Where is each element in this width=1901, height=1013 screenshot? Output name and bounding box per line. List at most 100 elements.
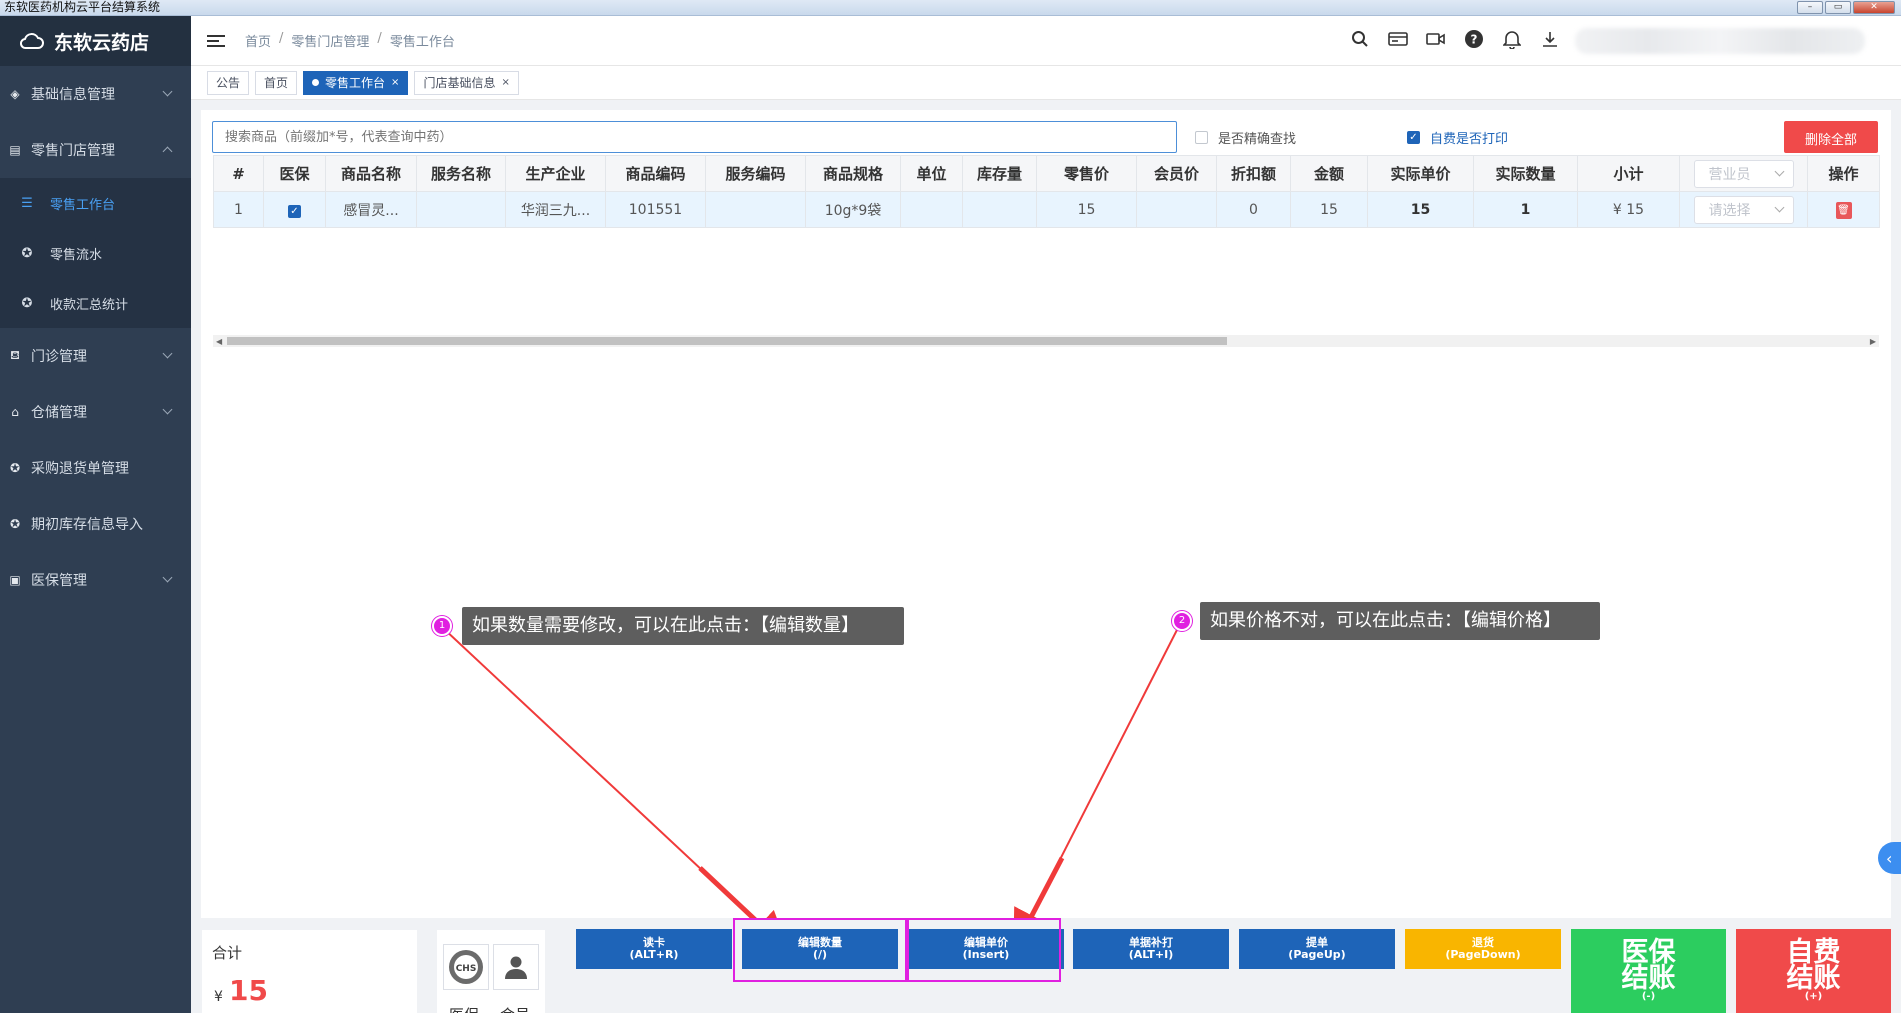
delete-all-button[interactable]: 删除全部 [1784, 121, 1878, 153]
reprint-receipt-button[interactable]: 单据补打 (ALT+I) [1073, 929, 1229, 969]
card-icon[interactable] [1387, 28, 1409, 50]
submit-order-button[interactable]: 提单 (PageUp) [1239, 929, 1395, 969]
maximize-icon[interactable]: ▭ [1825, 1, 1851, 14]
download-icon[interactable] [1539, 28, 1561, 50]
cell-index: 1 [213, 191, 264, 228]
breadcrumb-item[interactable]: 零售门店管理 [291, 31, 369, 50]
member-tile[interactable] [493, 944, 539, 990]
sidebar-item-label: 采购退货单管理 [31, 461, 129, 477]
sidebar-subitem-retail-workbench[interactable]: ☰ 零售工作台 [0, 178, 191, 228]
self-pay-checkout-button[interactable]: 自费 结账 (+) [1736, 929, 1891, 1013]
sidebar-subitem-collection-summary[interactable]: ✪ 收款汇总统计 [0, 278, 191, 328]
self-pay-print-checkbox[interactable]: ✓ 自费是否打印 [1407, 128, 1508, 147]
cell-stock [962, 191, 1037, 228]
button-shortcut: (PageDown) [1445, 948, 1521, 961]
sidebar-item-label: 期初库存信息导入 [31, 517, 143, 533]
button-shortcut: (PageUp) [1288, 948, 1346, 961]
search-input[interactable] [212, 121, 1177, 153]
chevron-down-icon [1774, 202, 1784, 213]
currency-symbol: ¥ [214, 989, 223, 1005]
chs-insurance-icon: CHS [449, 950, 483, 984]
row-salesperson-select[interactable]: 请选择 [1693, 195, 1794, 224]
layers-icon: ◈ [10, 87, 20, 101]
insurance-checkout-button[interactable]: 医保 结账 (-) [1571, 929, 1726, 1013]
annotation-marker-1: 1 [432, 616, 452, 636]
tab-label: 零售工作台 [325, 75, 386, 90]
trash-icon[interactable]: 🗑 [1835, 201, 1852, 219]
sidebar-item-retail-store[interactable]: ▤ 零售门店管理 [0, 122, 191, 178]
col-header: 操作 [1807, 155, 1880, 192]
cell-action: 🗑 [1807, 191, 1880, 228]
help-icon[interactable]: ? [1463, 28, 1485, 50]
insurance-card-icon: ▣ [9, 573, 21, 587]
tab-home[interactable]: 首页 [255, 70, 298, 95]
user-info-blurred[interactable] [1575, 28, 1865, 54]
tab-store-info[interactable]: 门店基础信息 × [414, 70, 519, 95]
salesperson-select[interactable]: 营业员 [1693, 159, 1794, 188]
store-icon: ▤ [9, 143, 21, 157]
insurance-checkbox[interactable]: ✓ [288, 204, 301, 218]
tab-retail-workbench[interactable]: 零售工作台 × [303, 70, 409, 95]
sidebar-subitem-retail-flow[interactable]: ✪ 零售流水 [0, 228, 191, 278]
exact-search-checkbox[interactable]: 是否精确查找 [1195, 128, 1296, 147]
return-icon: ✪ [9, 461, 21, 475]
sidebar-item-label: 医保管理 [31, 573, 87, 589]
checkbox-label: 自费是否打印 [1430, 132, 1509, 147]
svg-text:CHS: CHS [456, 964, 477, 974]
bell-icon[interactable] [1501, 28, 1523, 50]
cell-actual-qty[interactable]: 1 [1473, 191, 1578, 228]
search-icon[interactable] [1349, 28, 1371, 50]
sidebar-item-purchase-return[interactable]: ✪ 采购退货单管理 [0, 440, 191, 496]
total-amount: 15 [229, 974, 268, 1007]
return-goods-button[interactable]: 退货 (PageDown) [1405, 929, 1561, 969]
button-shortcut: (ALT+I) [1128, 948, 1174, 961]
sidebar-item-insurance[interactable]: ▣ 医保管理 [0, 552, 191, 608]
insurance-tile[interactable]: CHS [443, 944, 489, 990]
window-title: 东软医药机构云平台结算系统 [4, 0, 161, 14]
table-row[interactable]: 1 ✓ 感冒灵... 华润三九... 101551 10g*9袋 15 0 15… [213, 191, 1880, 228]
chevron-down-icon [162, 86, 173, 97]
col-header: 商品编码 [605, 155, 706, 192]
chevron-down-icon [162, 348, 173, 359]
member-panel: CHS 医保 会员 [437, 930, 545, 1013]
settings-icon: ✪ [21, 295, 33, 311]
cart-table: # 医保 商品名称 服务名称 生产企业 商品编码 服务编码 商品规格 单位 库存… [213, 155, 1880, 228]
app-logo[interactable]: 东软云药店 [0, 16, 191, 66]
chevron-down-icon [162, 572, 173, 583]
col-header: 实际单价 [1367, 155, 1474, 192]
table-header-row: # 医保 商品名称 服务名称 生产企业 商品编码 服务编码 商品规格 单位 库存… [213, 155, 1880, 192]
sidebar-item-warehouse[interactable]: ⌂ 仓储管理 [0, 384, 191, 440]
sidebar-item-label: 零售工作台 [50, 197, 116, 213]
scroll-left-icon[interactable]: ◀ [216, 337, 222, 346]
scroll-right-icon[interactable]: ▶ [1870, 337, 1876, 346]
tab-announcement[interactable]: 公告 [207, 70, 250, 95]
close-icon[interactable]: × [501, 72, 509, 94]
chevron-up-icon [162, 146, 173, 157]
horizontal-scrollbar[interactable]: ◀ ▶ [213, 335, 1879, 347]
close-icon[interactable]: ✕ [1853, 1, 1895, 14]
col-header: 折扣额 [1216, 155, 1291, 192]
scrollbar-thumb[interactable] [227, 337, 1227, 345]
breadcrumb-item[interactable]: 首页 [245, 31, 271, 50]
cell-retail: 15 [1036, 191, 1137, 228]
cell-actual-price[interactable]: 15 [1367, 191, 1474, 228]
col-header: 小计 [1577, 155, 1680, 192]
sidebar-item-basic-info[interactable]: ◈ 基础信息管理 [0, 66, 191, 122]
cell-discount: 0 [1216, 191, 1291, 228]
close-icon[interactable]: × [391, 72, 399, 94]
menu-toggle-icon[interactable] [207, 34, 225, 47]
checkbox-label: 是否精确查找 [1218, 132, 1297, 147]
sidebar-item-stock-import[interactable]: ✪ 期初库存信息导入 [0, 496, 191, 552]
minimize-icon[interactable]: – [1797, 1, 1823, 14]
active-dot-icon [312, 79, 320, 86]
tab-label: 公告 [216, 75, 241, 90]
sidebar-item-clinic[interactable]: ⛾ 门诊管理 [0, 328, 191, 384]
button-shortcut: (-) [1641, 991, 1656, 1002]
button-label: 结账 [1621, 963, 1676, 994]
sidebar-item-label: 仓储管理 [31, 405, 87, 421]
read-card-button[interactable]: 读卡 (ALT+R) [576, 929, 732, 969]
button-shortcut: (+) [1804, 991, 1823, 1002]
chevron-down-icon [162, 404, 173, 415]
video-icon[interactable] [1425, 28, 1447, 50]
col-header: 医保 [263, 155, 326, 192]
